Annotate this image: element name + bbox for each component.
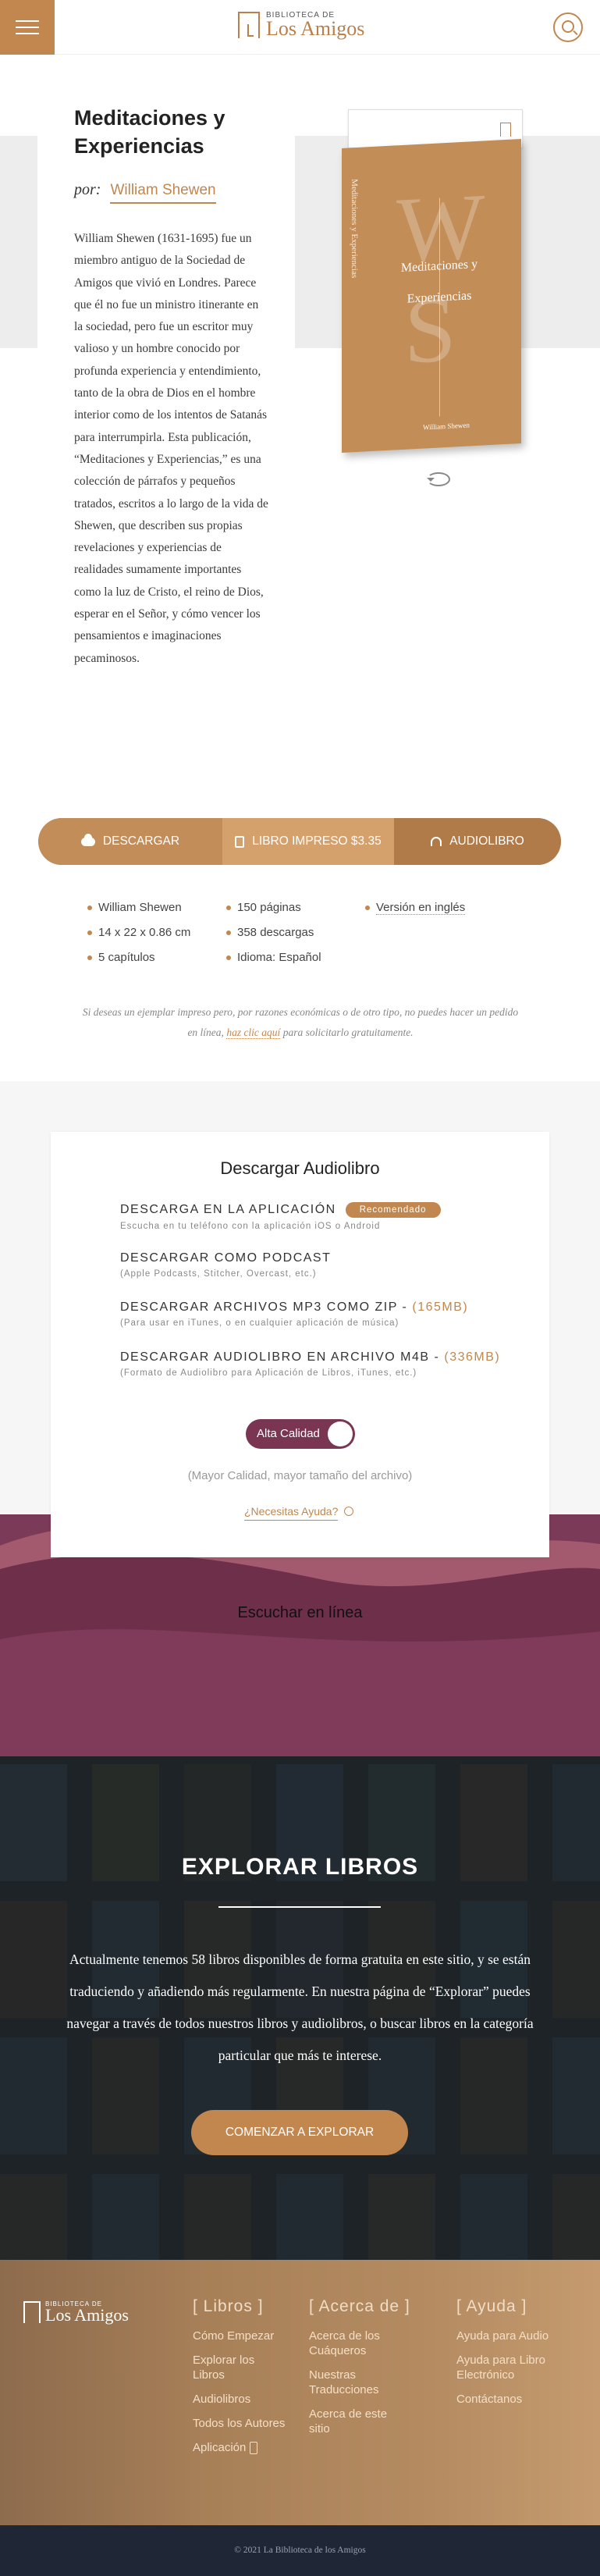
- option-size: (336MB): [444, 1350, 501, 1364]
- book-cover: Meditaciones y Experiencias W S Meditaci…: [342, 138, 521, 453]
- print-request-note: Si deseas un ejemplar impreso pero, por …: [78, 1002, 523, 1043]
- footer-link[interactable]: Nuestras Traducciones: [309, 2368, 410, 2397]
- footer-col-title: [ Ayuda ]: [456, 2297, 527, 2315]
- meta-list-1: William Shewen 14 x 22 x 0.86 cm 5 capít…: [86, 900, 190, 975]
- meta-list-3: Versión en inglés: [364, 900, 466, 925]
- option-sub: Escucha en tu teléfono con la aplicación…: [120, 1222, 381, 1231]
- meta-author: William Shewen: [86, 900, 190, 925]
- explore-divider: [218, 1906, 381, 1908]
- meta-chapters: 5 capítulos: [86, 950, 190, 975]
- explore-section: EXPLORAR LIBROS Actualmente tenemos 58 l…: [0, 1756, 600, 2260]
- download-label: Descargar: [102, 834, 180, 848]
- author-prefix: por:: [74, 181, 101, 198]
- option-title[interactable]: DESCARGAR AUDIOLIBRO EN ARCHIVO M4B -: [120, 1350, 439, 1364]
- footer-col-help: [ Ayuda ] Ayuda para Audio Ayuda para Li…: [456, 2297, 573, 2416]
- footer-link[interactable]: Acerca de este sitio: [309, 2407, 410, 2436]
- footer-link[interactable]: Todos los Autores: [193, 2416, 286, 2431]
- audio-option-mp3[interactable]: DESCARGAR ARCHIVOS MP3 COMO ZIP - (165MB)…: [120, 1300, 526, 1328]
- audio-help-link[interactable]: ¿Necesitas Ayuda?: [244, 1505, 354, 1521]
- phone-icon: [249, 2442, 257, 2455]
- meta-language: Idioma: Español: [225, 950, 321, 975]
- cover-spine-title: Meditaciones y Experiencias: [350, 178, 359, 279]
- download-button[interactable]: Descargar: [38, 818, 222, 865]
- audiobook-label: Audiolibro: [449, 834, 524, 848]
- footer-col-title: [ Libros ]: [193, 2297, 264, 2315]
- audio-download-card: Descargar Audiolibro DESCARGA EN LA APLI…: [51, 1132, 549, 1557]
- footer-link[interactable]: Cómo Empezar: [193, 2329, 286, 2343]
- explore-text: Actualmente tenemos 58 libros disponible…: [66, 1952, 534, 2063]
- footer-link[interactable]: Ayuda para Audio: [456, 2329, 573, 2343]
- print-book-button[interactable]: Libro Impreso $3.35: [222, 818, 394, 865]
- listen-online-heading[interactable]: Escuchar en línea: [0, 1604, 600, 1622]
- audio-option-podcast[interactable]: DESCARGAR COMO PODCAST (Apple Podcasts, …: [120, 1251, 526, 1279]
- footer-link[interactable]: Aplicación: [193, 2441, 246, 2454]
- footer-link[interactable]: Contáctanos: [456, 2392, 573, 2407]
- footer-link[interactable]: Ayuda para Libro Electrónico: [456, 2353, 573, 2382]
- footer-col-about: [ Acerca de ] Acerca de los Cuáqueros Nu…: [309, 2297, 410, 2446]
- footer-link[interactable]: Explorar los Libros: [193, 2353, 286, 2382]
- meta-list-2: 150 páginas 358 descargas Idioma: Españo…: [225, 900, 321, 975]
- site-footer: BIBLIOTECA DE Los Amigos [ Libros ] Cómo …: [0, 2260, 600, 2525]
- explore-title: EXPLORAR LIBROS: [181, 1854, 419, 1880]
- cover-logo-icon: [500, 123, 511, 137]
- cover-author: William Shewen: [423, 421, 470, 432]
- headphones-icon: [431, 837, 442, 846]
- quality-note: (Mayor Calidad, mayor tamaño del archivo…: [187, 1469, 413, 1482]
- action-button-bar: Descargar Libro Impreso $3.35 Audiolibro: [38, 818, 561, 865]
- copyright-text: © 2021 La Biblioteca de los Amigos: [234, 2546, 366, 2555]
- author-link[interactable]: William Shewen: [110, 182, 216, 204]
- site-logo[interactable]: BIBLIOTECA DE Los Amigos: [238, 11, 365, 40]
- hamburger-menu-button[interactable]: [0, 0, 55, 55]
- meta-dimensions: 14 x 22 x 0.86 cm: [86, 925, 190, 950]
- toggle-knob: [328, 1421, 353, 1446]
- meta-downloads: 358 descargas: [225, 925, 321, 950]
- meta-english-version[interactable]: Versión en inglés: [364, 900, 466, 925]
- footer-logo-big: Los Amigos: [45, 2305, 129, 2325]
- option-title[interactable]: DESCARGAR COMO PODCAST: [120, 1251, 331, 1265]
- logo-big-text: Los Amigos: [266, 17, 365, 40]
- audio-option-app[interactable]: DESCARGA EN LA APLICACIÓN Recomendado Esc…: [120, 1202, 526, 1231]
- option-title[interactable]: DESCARGA EN LA APLICACIÓN: [120, 1203, 336, 1217]
- book-title: Meditaciones y Experiencias: [74, 106, 225, 158]
- site-header: BIBLIOTECA DE Los Amigos: [0, 0, 600, 55]
- footer-link-app[interactable]: Aplicación: [193, 2440, 286, 2455]
- start-exploring-button[interactable]: Comenzar a explorar: [191, 2110, 408, 2155]
- audiobook-button[interactable]: Audiolibro: [394, 818, 561, 865]
- english-version-link[interactable]: Versión en inglés: [376, 901, 466, 915]
- footer-link[interactable]: Acerca de los Cuáqueros: [309, 2329, 410, 2358]
- footer-col-title: [ Acerca de ]: [309, 2297, 410, 2315]
- cloud-download-icon: [80, 833, 95, 846]
- toggle-label: Alta Calidad: [257, 1427, 320, 1440]
- rotate-book-icon[interactable]: [427, 472, 450, 486]
- cover-title: Meditaciones y Experiencias: [400, 257, 478, 306]
- footer-col-books: [ Libros ] Cómo Empezar Explorar los Lib…: [193, 2297, 286, 2464]
- option-sub: (Apple Podcasts, Stitcher, Overcast, etc…: [120, 1269, 317, 1279]
- option-title[interactable]: DESCARGAR ARCHIVOS MP3 COMO ZIP -: [120, 1300, 407, 1315]
- meta-pages: 150 páginas: [225, 900, 321, 925]
- audio-option-m4b[interactable]: DESCARGAR AUDIOLIBRO EN ARCHIVO M4B - (33…: [120, 1350, 526, 1378]
- footer-logo-icon: [23, 2300, 41, 2323]
- recommended-badge: Recomendado: [345, 1202, 441, 1218]
- author-row: por: William Shewen: [74, 181, 216, 204]
- copyright-bar: © 2021 La Biblioteca de los Amigos: [0, 2525, 600, 2576]
- book-cover-3d[interactable]: Meditaciones y Experiencias W S Meditaci…: [342, 109, 523, 461]
- search-icon[interactable]: [553, 12, 583, 42]
- note-after: para solicitarlo gratuitamente.: [282, 1026, 414, 1038]
- book-description: William Shewen (1631-1695) fue un miembr…: [74, 232, 268, 665]
- print-label: Libro Impreso $3.35: [252, 834, 382, 848]
- footer-logo[interactable]: BIBLIOTECA DE Los Amigos: [23, 2300, 129, 2325]
- book-icon: [235, 835, 245, 848]
- request-free-link[interactable]: haz clic aquí: [226, 1026, 281, 1039]
- option-sub: (Para usar en iTunes, o en cualquier apl…: [120, 1318, 399, 1328]
- footer-link[interactable]: Audiolibros: [193, 2392, 286, 2407]
- option-size: (165MB): [412, 1300, 469, 1314]
- logo-mark-icon: [238, 11, 260, 38]
- option-sub: (Formato de Audiolibro para Aplicación d…: [120, 1368, 417, 1378]
- high-quality-toggle[interactable]: Alta Calidad: [246, 1419, 355, 1449]
- audio-heading: Descargar Audiolibro: [220, 1158, 380, 1178]
